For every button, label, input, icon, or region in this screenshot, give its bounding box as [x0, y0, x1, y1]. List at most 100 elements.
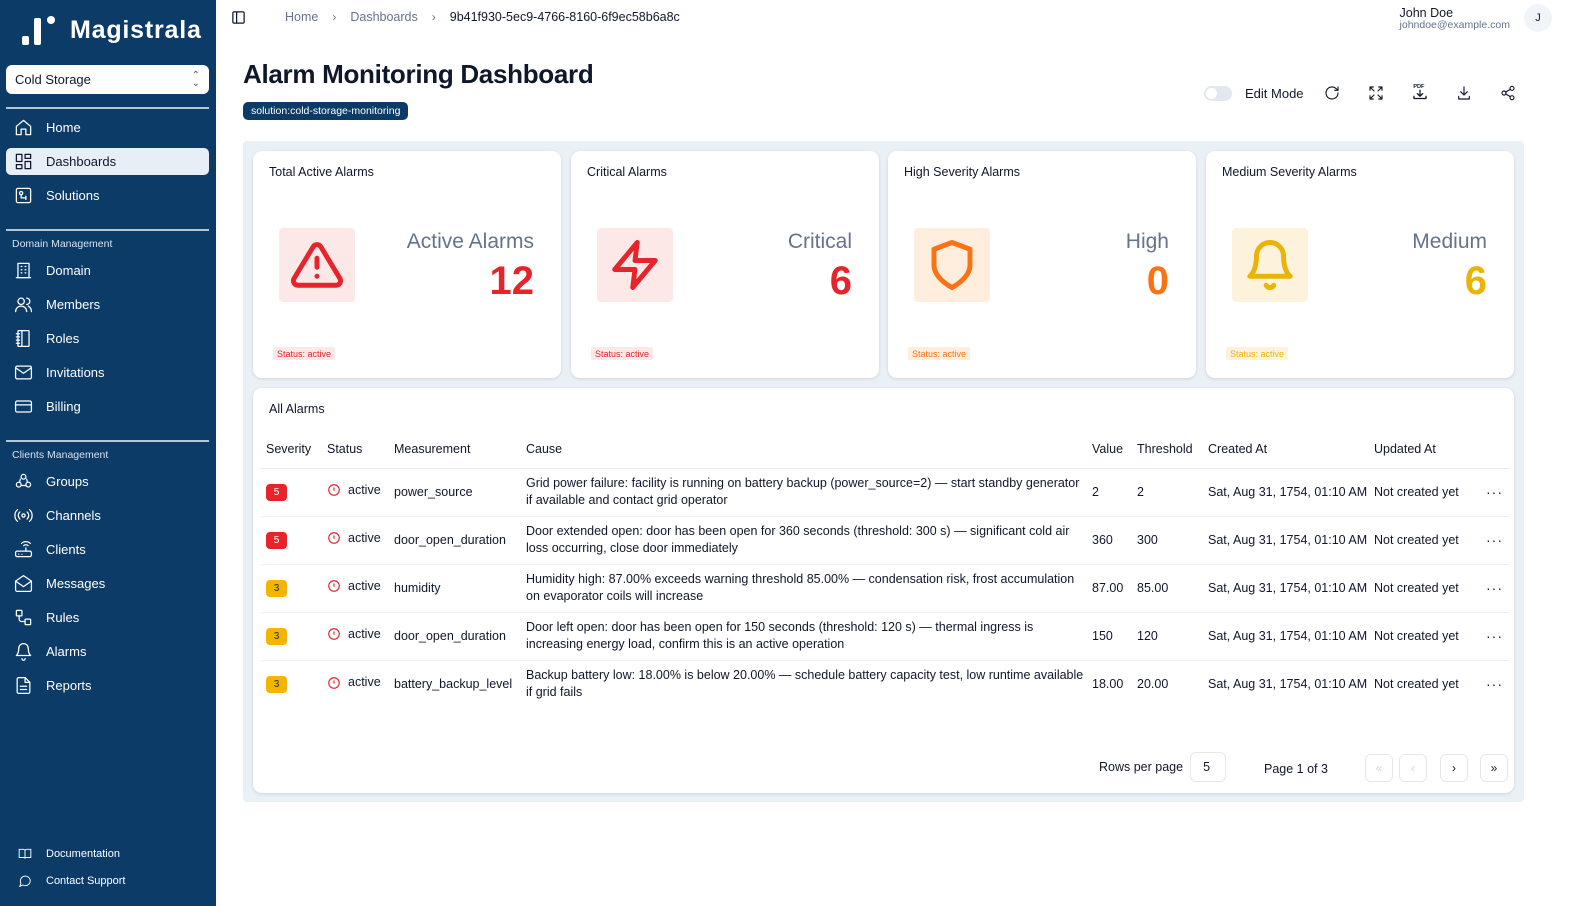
- first-page-button[interactable]: «: [1365, 754, 1393, 782]
- severity-badge: 5: [266, 484, 287, 501]
- metric-value: 0: [1146, 259, 1169, 303]
- breadcrumb-home[interactable]: Home: [285, 10, 318, 24]
- column-header[interactable]: Updated At: [1369, 430, 1475, 469]
- mail-icon: [13, 363, 33, 383]
- breadcrumb: Home › Dashboards › 9b41f930-5ec9-4766-8…: [285, 10, 680, 24]
- nav-documentation-label: Documentation: [46, 848, 120, 860]
- download-button[interactable]: [1453, 82, 1475, 104]
- fullscreen-icon: [1369, 86, 1383, 100]
- threshold-cell: 2: [1132, 468, 1203, 517]
- metric-value: 6: [1464, 259, 1487, 303]
- nav-invitations[interactable]: Invitations: [6, 359, 209, 386]
- edit-mode-toggle[interactable]: Edit Mode: [1204, 80, 1304, 106]
- updated-at-cell: Not created yet: [1369, 564, 1475, 613]
- nav-roles[interactable]: Roles: [6, 325, 209, 352]
- app-name: Magistrala: [70, 15, 202, 44]
- row-actions-more-icon[interactable]: ···: [1475, 468, 1509, 517]
- nav-billing-label: Billing: [46, 399, 81, 414]
- share-button[interactable]: [1497, 82, 1519, 104]
- column-header[interactable]: Measurement: [389, 430, 521, 469]
- table-row[interactable]: 5 active power_source Grid power failure…: [261, 468, 1509, 517]
- nav-members-label: Members: [46, 297, 101, 312]
- severity-badge: 5: [266, 532, 287, 549]
- column-header[interactable]: Cause: [521, 430, 1087, 469]
- bell-icon: [13, 642, 33, 662]
- status-text: active: [348, 626, 381, 641]
- measurement-cell: door_open_duration: [389, 516, 521, 565]
- breadcrumb-current: 9b41f930-5ec9-4766-8160-6f9ec58b6a8c: [449, 10, 680, 24]
- export-pdf-button[interactable]: PDF: [1409, 80, 1431, 102]
- measurement-cell: door_open_duration: [389, 612, 521, 661]
- solutions-icon: [13, 186, 33, 206]
- metric-label: Critical: [787, 230, 852, 253]
- rows-per-page-select[interactable]: 5: [1190, 752, 1227, 782]
- column-header[interactable]: Threshold: [1132, 430, 1203, 469]
- card-critical-alarms: Critical Alarms Critical 6 Status: activ…: [571, 151, 879, 378]
- nav-invitations-label: Invitations: [46, 365, 105, 380]
- download-icon: [1458, 86, 1470, 100]
- avatar[interactable]: J: [1524, 4, 1552, 32]
- value-cell: 87.00: [1087, 564, 1132, 613]
- chevron-right-icon: ›: [332, 10, 337, 24]
- card-title: Medium Severity Alarms: [1222, 165, 1357, 179]
- nav-contact-support-label: Contact Support: [46, 875, 126, 887]
- section-clients-management: Clients Management: [12, 449, 109, 461]
- nav-messages[interactable]: Messages: [6, 570, 209, 597]
- row-actions-more-icon[interactable]: ···: [1475, 564, 1509, 613]
- table-row[interactable]: 5 active door_open_duration Door extende…: [261, 516, 1509, 565]
- last-page-button[interactable]: »: [1480, 754, 1508, 782]
- cause-cell: Door extended open: door has been open f…: [521, 516, 1087, 565]
- metric-label: Active Alarms: [406, 230, 534, 253]
- nav-dashboards-label: Dashboards: [46, 154, 117, 169]
- nav-domain[interactable]: Domain: [6, 257, 209, 284]
- card-title: Total Active Alarms: [269, 165, 374, 179]
- severity-badge: 3: [266, 676, 287, 694]
- column-header[interactable]: Severity: [261, 430, 322, 469]
- radio-icon: [13, 506, 33, 526]
- nav-solutions[interactable]: Solutions: [6, 182, 209, 209]
- row-actions-more-icon[interactable]: ···: [1475, 612, 1509, 661]
- edit-mode-switch[interactable]: [1204, 85, 1232, 101]
- refresh-button[interactable]: [1321, 82, 1343, 104]
- column-header[interactable]: Status: [322, 430, 389, 469]
- column-header[interactable]: Created At: [1203, 430, 1369, 469]
- nav-contact-support[interactable]: Contact Support: [18, 874, 126, 888]
- column-header[interactable]: Value: [1087, 430, 1132, 469]
- nav-billing[interactable]: Billing: [6, 393, 209, 420]
- solution-tag: solution:cold-storage-monitoring: [243, 102, 409, 120]
- updated-at-cell: Not created yet: [1374, 676, 1459, 691]
- nav-members[interactable]: Members: [6, 291, 209, 318]
- nav-reports[interactable]: Reports: [6, 672, 209, 699]
- nav-channels[interactable]: Channels: [6, 502, 209, 529]
- fullscreen-button[interactable]: [1365, 82, 1387, 104]
- logo[interactable]: Magistrala: [20, 14, 202, 46]
- table-row[interactable]: 3 active humidity Humidity high: 87.00% …: [261, 564, 1509, 613]
- nav-home[interactable]: Home: [6, 114, 209, 141]
- nav-reports-label: Reports: [46, 678, 92, 693]
- user-info[interactable]: John Doe johndoe@example.com: [1400, 6, 1510, 31]
- nav-alarms[interactable]: Alarms: [6, 638, 209, 665]
- severity-badge: 3: [266, 628, 287, 645]
- groups-icon: [13, 472, 33, 492]
- dashboard-icon: [13, 152, 33, 172]
- sidebar-toggle-icon[interactable]: [231, 10, 246, 25]
- nav-clients[interactable]: Clients: [6, 536, 209, 563]
- prev-page-button[interactable]: ‹: [1399, 754, 1427, 782]
- nav-dashboards[interactable]: Dashboards: [6, 148, 209, 175]
- nav-rules[interactable]: Rules: [6, 604, 209, 631]
- credit-card-icon: [13, 397, 33, 417]
- row-actions-more-icon[interactable]: ···: [1475, 660, 1509, 708]
- measurement-cell: humidity: [389, 564, 521, 613]
- table-row[interactable]: 3 active battery_backup_level Backup bat…: [261, 660, 1509, 708]
- metric-value: 6: [829, 259, 852, 303]
- divider: [6, 229, 209, 231]
- breadcrumb-dashboards[interactable]: Dashboards: [350, 10, 417, 24]
- row-actions-more-icon[interactable]: ···: [1475, 516, 1509, 565]
- table-row[interactable]: 3 active door_open_duration Door left op…: [261, 612, 1509, 661]
- metric-label: Medium: [1412, 230, 1487, 253]
- nav-groups[interactable]: Groups: [6, 468, 209, 495]
- next-page-button[interactable]: ›: [1440, 754, 1468, 782]
- workspace-select[interactable]: Cold Storage ⌃ ⌄: [6, 65, 209, 94]
- nav-documentation[interactable]: Documentation: [18, 847, 120, 861]
- value-cell: 2: [1087, 468, 1132, 517]
